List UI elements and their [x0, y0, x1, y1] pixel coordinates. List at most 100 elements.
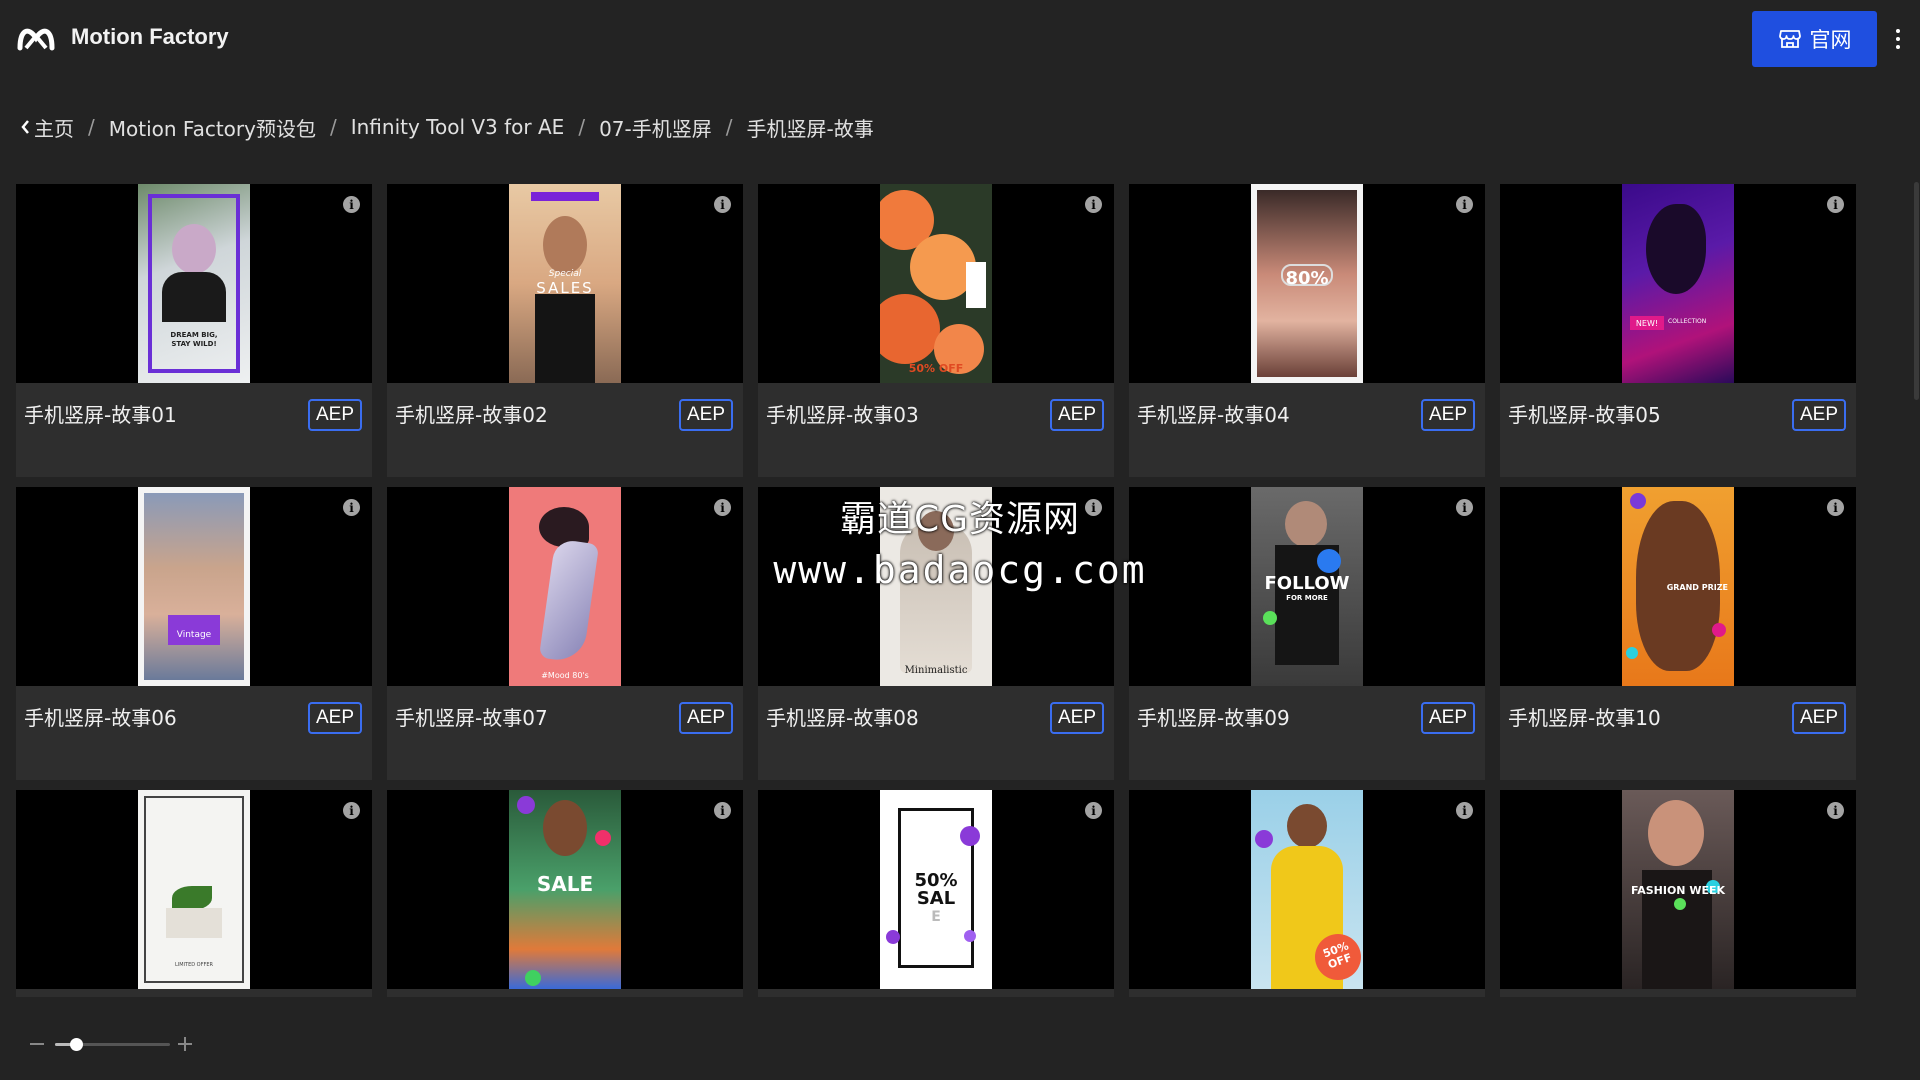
zoom-in-icon[interactable] [178, 1037, 192, 1051]
story-thumbnail-prize-icon: GRAND PRIZE [1622, 487, 1734, 686]
aep-badge: AEP [1421, 702, 1475, 734]
thumbnail-area: GRAND PRIZE i [1500, 487, 1856, 686]
card-title: 手机竖屏-故事09 [1137, 706, 1290, 730]
info-icon[interactable]: i [1456, 802, 1473, 819]
preset-card[interactable]: 50% OFF i [1129, 790, 1485, 997]
thumbnail-area: 50% SAL E i [758, 790, 1114, 989]
story-thumbnail-roses-icon: 50% OFF [880, 184, 992, 383]
card-title: 手机竖屏-故事08 [766, 706, 919, 730]
preset-card[interactable]: GRAND PRIZE i 手机竖屏-故事10 AEP [1500, 487, 1856, 780]
thumb-text: SALE [536, 872, 594, 896]
thumb-text: E [931, 909, 941, 925]
thumbnail-area: FASHION WEEK i [1500, 790, 1856, 989]
aep-badge: AEP [1792, 399, 1846, 431]
card-title: 手机竖屏-故事01 [24, 403, 177, 427]
breadcrumb-infinity-tool[interactable]: Infinity Tool V3 for AE [351, 115, 565, 139]
aep-badge: AEP [1050, 702, 1104, 734]
thumb-text: Special [548, 269, 582, 279]
vertical-scrollbar[interactable] [1914, 182, 1919, 400]
breadcrumb-current: 手机竖屏-故事 [746, 116, 874, 141]
card-title: 手机竖屏-故事06 [24, 706, 177, 730]
info-icon[interactable]: i [1827, 196, 1844, 213]
breadcrumb-presets[interactable]: Motion Factory预设包 [109, 113, 316, 142]
thumbnail-area: #Mood 80's i [387, 487, 743, 686]
info-icon[interactable]: i [1085, 196, 1102, 213]
thumbnail-area: Vintage i [16, 487, 372, 686]
thumbnail-area: Special SALES i [387, 184, 743, 383]
info-icon[interactable]: i [714, 802, 731, 819]
card-title: 手机竖屏-故事10 [1508, 706, 1661, 730]
more-dot-icon [1896, 29, 1900, 33]
thumb-text: FOR MORE [1286, 594, 1328, 602]
info-icon[interactable]: i [343, 499, 360, 516]
preset-card[interactable]: SALE i [387, 790, 743, 997]
preset-card[interactable]: Vintage i 手机竖屏-故事06 AEP [16, 487, 372, 780]
preset-card[interactable]: FOLLOW FOR MORE i 手机竖屏-故事09 AEP [1129, 487, 1485, 780]
info-icon[interactable]: i [1085, 499, 1102, 516]
info-icon[interactable]: i [1456, 499, 1473, 516]
thumb-text: Vintage [168, 615, 220, 645]
card-title: 手机竖屏-故事02 [395, 403, 548, 427]
preset-card[interactable]: 80% i 手机竖屏-故事04 AEP [1129, 184, 1485, 477]
top-bar: Motion Factory 官网 [0, 0, 1920, 77]
breadcrumb-mobile-vertical[interactable]: 07-手机竖屏 [599, 113, 712, 142]
motion-factory-logo-icon [17, 28, 55, 51]
breadcrumb-separator: / [725, 115, 733, 139]
thumb-text: STAY WILD! [171, 340, 217, 348]
info-icon[interactable]: i [1085, 802, 1102, 819]
chevron-left-icon[interactable] [20, 119, 30, 135]
more-options-button[interactable] [1888, 22, 1908, 56]
zoom-slider-handle[interactable] [69, 1038, 83, 1051]
breadcrumb-separator: / [578, 115, 586, 139]
info-icon[interactable]: i [343, 802, 360, 819]
breadcrumb-home[interactable]: 主页 [34, 113, 74, 142]
story-thumbnail-sunset-icon: Special SALES [509, 184, 621, 383]
info-icon[interactable]: i [1827, 499, 1844, 516]
info-icon[interactable]: i [714, 499, 731, 516]
preset-card[interactable]: 50% SAL E i [758, 790, 1114, 997]
story-thumbnail-yellow-icon: 50% OFF [1251, 790, 1363, 989]
thumb-text: SAL [916, 888, 956, 909]
thumbnail-area: LIMITED OFFER i [16, 790, 372, 989]
info-icon[interactable]: i [1827, 802, 1844, 819]
story-thumbnail-portrait-icon: 80% [1251, 184, 1363, 383]
story-thumbnail-follow-icon: FOLLOW FOR MORE [1251, 487, 1363, 686]
aep-badge: AEP [308, 702, 362, 734]
thumb-text: GRAND PRIZE [1666, 583, 1728, 592]
official-website-button[interactable]: 官网 [1752, 11, 1877, 67]
story-thumbnail-neon-icon: NEW! COLLECTION [1622, 184, 1734, 383]
aep-badge: AEP [308, 399, 362, 431]
app-title: Motion Factory [71, 24, 229, 49]
story-thumbnail-50-sale-icon: 50% SAL E [880, 790, 992, 989]
story-thumbnail-minimal-icon: Minimalistic [880, 487, 992, 686]
aep-badge: AEP [679, 399, 733, 431]
story-thumbnail-pink-icon: #Mood 80's [509, 487, 621, 686]
story-thumbnail-purple-frame-icon: DREAM BIG, STAY WILD! [138, 184, 250, 383]
card-title: 手机竖屏-故事05 [1508, 403, 1661, 427]
thumb-text: LIMITED OFFER [174, 962, 214, 968]
official-button-label: 官网 [1809, 28, 1852, 52]
info-icon[interactable]: i [714, 196, 731, 213]
aep-badge: AEP [1421, 399, 1475, 431]
preset-card[interactable]: DREAM BIG, STAY WILD! i 手机竖屏-故事01 AEP [16, 184, 372, 477]
card-title: 手机竖屏-故事03 [766, 403, 919, 427]
thumb-text: Minimalistic [904, 665, 968, 676]
info-icon[interactable]: i [343, 196, 360, 213]
preset-card[interactable]: Minimalistic i 手机竖屏-故事08 AEP [758, 487, 1114, 780]
preset-card[interactable]: NEW! COLLECTION i 手机竖屏-故事05 AEP [1500, 184, 1856, 477]
info-icon[interactable]: i [1456, 196, 1473, 213]
preset-card[interactable]: FASHION WEEK i [1500, 790, 1856, 997]
thumbnail-area: Minimalistic i [758, 487, 1114, 686]
thumbnail-area: DREAM BIG, STAY WILD! i [16, 184, 372, 383]
thumbnail-area: 50% OFF i [1129, 790, 1485, 989]
preset-card[interactable]: Special SALES i 手机竖屏-故事02 AEP [387, 184, 743, 477]
more-dot-icon [1896, 45, 1900, 49]
preset-card[interactable]: 50% OFF i 手机竖屏-故事03 AEP [758, 184, 1114, 477]
bottom-bar [0, 997, 1920, 1080]
preset-card[interactable]: LIMITED OFFER i [16, 790, 372, 997]
thumb-text: FASHION WEEK [1630, 884, 1726, 897]
thumbnail-area: 50% OFF i [758, 184, 1114, 383]
zoom-out-icon[interactable] [30, 1043, 44, 1045]
aep-badge: AEP [679, 702, 733, 734]
preset-card[interactable]: #Mood 80's i 手机竖屏-故事07 AEP [387, 487, 743, 780]
